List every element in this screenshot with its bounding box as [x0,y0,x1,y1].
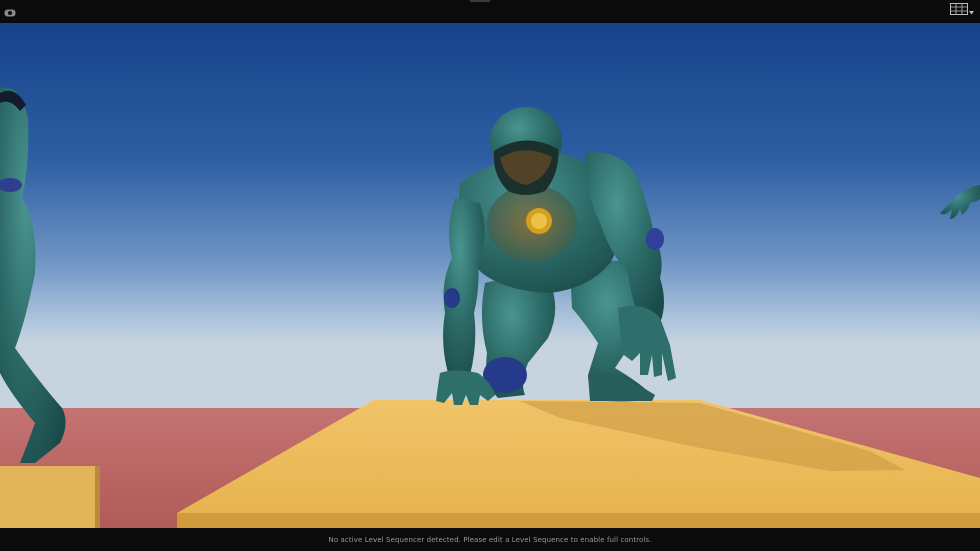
viewport-layout-button[interactable] [950,3,974,19]
game-viewport[interactable] [0,23,980,528]
viewport-toolbar [0,0,980,23]
camera-icon[interactable] [4,5,16,17]
editor-window: No active Level Sequencer detected. Plea… [0,0,980,551]
viewport-layout-icon [950,2,968,20]
top-edge-handle [470,0,490,2]
chevron-down-icon [969,2,974,20]
status-bar: No active Level Sequencer detected. Plea… [0,528,980,551]
sequencer-status-message: No active Level Sequencer detected. Plea… [328,535,652,544]
left-platform [0,466,100,528]
